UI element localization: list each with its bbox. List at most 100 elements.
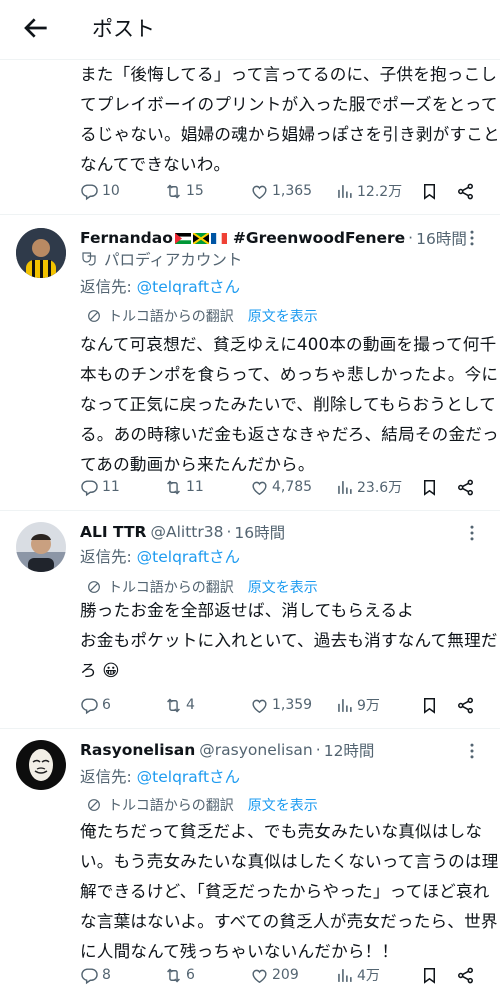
reply-icon xyxy=(80,182,99,201)
reply-count: 10 xyxy=(102,183,120,199)
like-button[interactable]: 209 xyxy=(250,962,299,988)
share-button[interactable] xyxy=(456,692,475,718)
back-arrow-icon[interactable] xyxy=(20,12,52,44)
reply-to-row: 返信先: @telqraftさん xyxy=(80,545,240,567)
views-icon xyxy=(335,966,354,985)
bookmark-button[interactable] xyxy=(420,962,439,988)
share-icon xyxy=(456,966,475,985)
avatar[interactable] xyxy=(16,522,66,572)
repost-button[interactable]: 15 xyxy=(164,178,204,204)
hashtag[interactable]: #GreenwoodFenere xyxy=(233,229,405,247)
reply-to-mention[interactable]: @telqraftさん xyxy=(137,548,240,566)
separator-dot: · xyxy=(408,229,414,247)
views-button[interactable]: 4万 xyxy=(335,962,380,988)
timestamp[interactable]: 16時間 xyxy=(234,521,285,543)
post-text-line: てプレイボーイのプリントが入った服でポーズをとって xyxy=(80,95,498,114)
reply-to-mention[interactable]: @telqraftさん xyxy=(137,278,240,296)
translate-icon xyxy=(86,308,102,324)
repost-button[interactable]: 4 xyxy=(164,692,195,718)
repost-icon xyxy=(164,478,183,497)
post-text-line: な言葉はないよ。すべての貧乏人が売女だったら、世界 xyxy=(80,912,498,931)
show-original-link[interactable]: 原文を表示 xyxy=(248,795,318,815)
views-icon xyxy=(335,182,354,201)
display-name[interactable]: Fernandao xyxy=(80,229,173,247)
post-text-line: 俺たちだって貧乏だよ、でも売女みたいな真似はしな xyxy=(80,822,483,841)
parody-label-row: パロディアカウント xyxy=(80,248,242,270)
views-icon xyxy=(335,696,354,715)
more-options-button[interactable] xyxy=(462,228,482,248)
repost-count: 4 xyxy=(186,697,195,713)
author-row: Fernandao #GreenwoodFenere · 16時間 xyxy=(80,226,480,250)
share-button[interactable] xyxy=(456,474,475,500)
translated-from-label: トルコ語からの翻訳 xyxy=(108,798,234,814)
reply-to-row: 返信先: @telqraftさん xyxy=(80,275,240,297)
like-button[interactable]: 4,785 xyxy=(250,474,312,500)
views-icon xyxy=(335,478,354,497)
post-text: 勝ったお金を全部返せば、消してもらえるよ お金もポケットに入れといて、過去も消す… xyxy=(80,596,497,686)
bookmark-icon xyxy=(420,966,439,985)
user-handle[interactable]: @Alittr38 xyxy=(150,523,223,541)
bookmark-button[interactable] xyxy=(420,178,439,204)
reply-to-prefix: 返信先: xyxy=(80,768,137,786)
more-options-button[interactable] xyxy=(462,741,482,761)
avatar[interactable] xyxy=(16,228,66,278)
avatar-image xyxy=(16,740,66,790)
like-button[interactable]: 1,365 xyxy=(250,178,312,204)
translate-icon xyxy=(86,797,102,813)
more-icon xyxy=(462,228,482,248)
heart-icon xyxy=(250,966,269,985)
post-action-bar: 8 6 209 4万 xyxy=(80,962,490,988)
timestamp[interactable]: 12時間 xyxy=(324,739,375,761)
share-button[interactable] xyxy=(456,178,475,204)
like-count: 1,359 xyxy=(272,697,313,713)
parody-label: パロディアカウント xyxy=(104,251,243,269)
post-action-bar: 6 4 1,359 9万 xyxy=(80,692,490,718)
avatar-image xyxy=(16,522,66,572)
reply-count: 8 xyxy=(102,967,111,983)
post-text-line: る。あの時稼いだ金も返さなきゃだろ、結局その金だっ xyxy=(80,425,499,444)
reply-button[interactable]: 11 xyxy=(80,474,120,500)
bookmark-button[interactable] xyxy=(420,692,439,718)
views-button[interactable]: 9万 xyxy=(335,692,380,718)
share-button[interactable] xyxy=(456,962,475,988)
translated-from-label: トルコ語からの翻訳 xyxy=(108,580,234,596)
reply-to-mention[interactable]: @telqraftさん xyxy=(137,768,240,786)
page-title: ポスト xyxy=(92,17,155,41)
separator-dot: · xyxy=(226,523,232,541)
share-icon xyxy=(456,182,475,201)
post-text: 俺たちだって貧乏だよ、でも売女みたいな真似はしな い。もう売女みたいな真似はした… xyxy=(80,817,499,967)
bookmark-icon xyxy=(420,696,439,715)
avatar[interactable] xyxy=(16,740,66,790)
timestamp[interactable]: 16時間 xyxy=(416,227,467,249)
view-count: 23.6万 xyxy=(357,480,403,496)
display-name[interactable]: ALI TTR xyxy=(80,523,146,541)
display-name[interactable]: Rasyonelisan xyxy=(80,741,195,759)
bookmark-button[interactable] xyxy=(420,474,439,500)
author-row: ALI TTR @Alittr38 · 16時間 xyxy=(80,520,480,544)
show-original-link[interactable]: 原文を表示 xyxy=(248,306,318,326)
post-text-line: ろ 😀 xyxy=(80,661,120,680)
repost-count: 11 xyxy=(186,479,204,495)
show-original-link[interactable]: 原文を表示 xyxy=(248,577,318,597)
views-button[interactable]: 23.6万 xyxy=(335,474,402,500)
like-button[interactable]: 1,359 xyxy=(250,692,312,718)
post-text: なんて可哀想だ、貧乏ゆえに400本の動画を撮って何千 本ものチンポを食らって、め… xyxy=(80,330,499,480)
reply-icon xyxy=(80,696,99,715)
reply-button[interactable]: 10 xyxy=(80,178,120,204)
more-options-button[interactable] xyxy=(462,523,482,543)
reply-button[interactable]: 8 xyxy=(80,962,111,988)
heart-icon xyxy=(250,696,269,715)
reply-count: 11 xyxy=(102,479,120,495)
reply-count: 6 xyxy=(102,697,111,713)
reply-button[interactable]: 6 xyxy=(80,692,111,718)
views-button[interactable]: 12.2万 xyxy=(335,178,402,204)
palestine-flag-icon xyxy=(174,232,191,244)
repost-button[interactable]: 11 xyxy=(164,474,204,500)
post-action-bar: 11 11 4,785 23.6万 xyxy=(80,474,490,500)
reply-icon xyxy=(80,966,99,985)
repost-button[interactable]: 6 xyxy=(164,962,195,988)
user-handle[interactable]: @rasyonelisan xyxy=(199,741,312,759)
post-text-line: い。もう売女みたいな真似はしたくないって言うのは理 xyxy=(80,852,499,871)
translation-row: トルコ語からの翻訳 原文を表示 xyxy=(86,795,318,815)
bookmark-icon xyxy=(420,182,439,201)
